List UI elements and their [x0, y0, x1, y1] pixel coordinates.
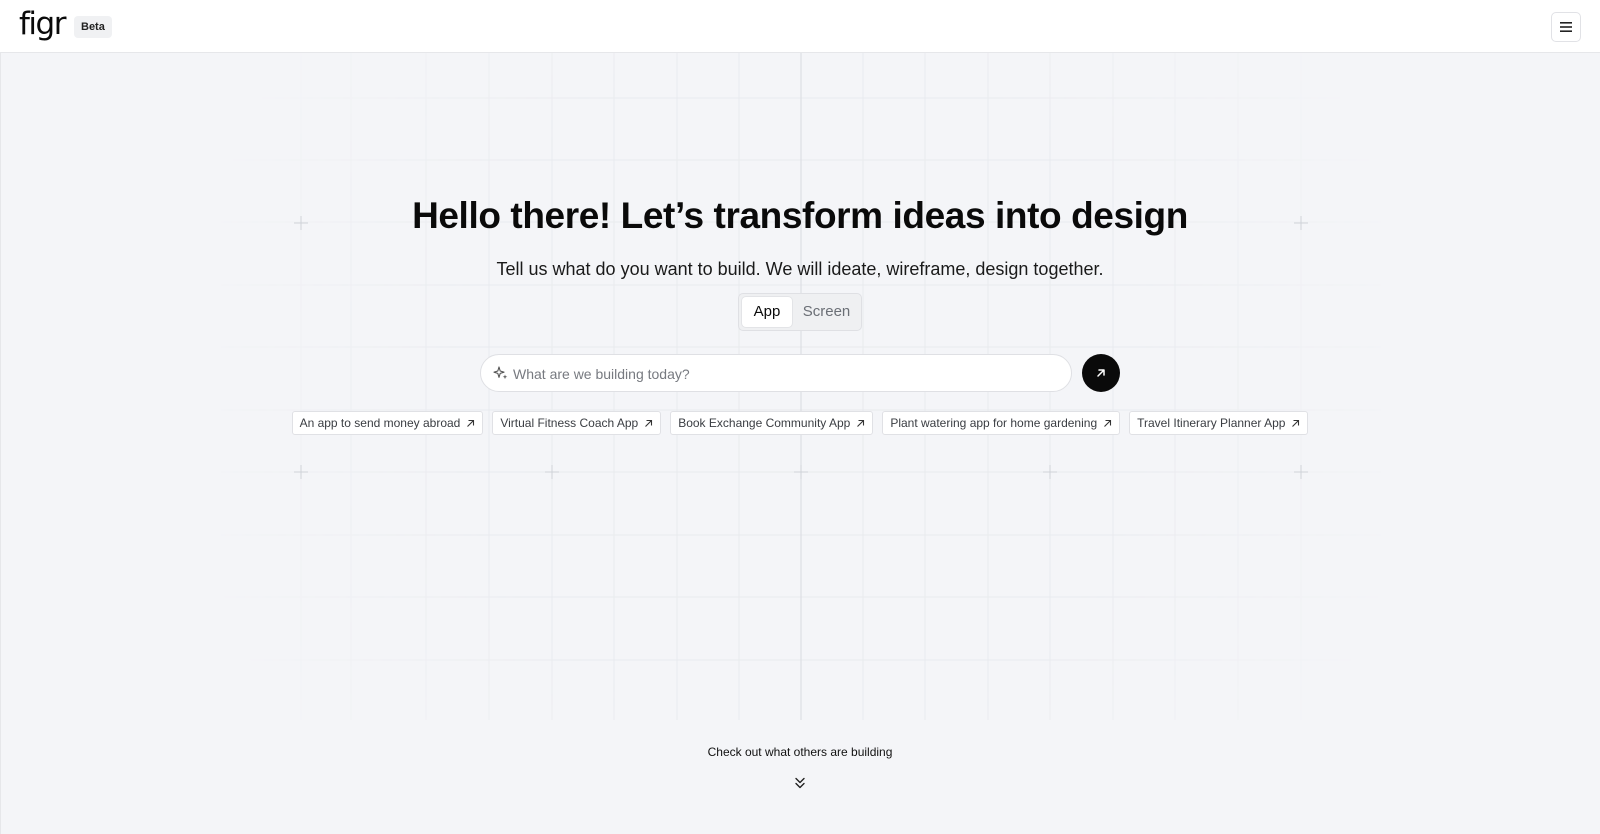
arrow-up-right-icon	[857, 419, 865, 427]
prompt-input[interactable]	[511, 355, 1055, 393]
explore-link[interactable]: Check out what others are building	[0, 745, 1600, 759]
figr-logo[interactable]: figr	[19, 6, 66, 42]
suggestion-chip[interactable]: Travel Itinerary Planner App	[1129, 411, 1309, 435]
background-canvas	[0, 53, 1600, 834]
suggestion-chip[interactable]: Book Exchange Community App	[670, 411, 874, 435]
hero-subtitle: Tell us what do you want to build. We wi…	[496, 259, 1104, 279]
suggestion-label: An app to send money abroad	[299, 416, 461, 430]
chevrons-down-icon[interactable]	[793, 776, 807, 790]
suggestion-label: Book Exchange Community App	[678, 416, 851, 430]
suggestion-chip[interactable]: Plant watering app for home gardening	[882, 411, 1121, 435]
background-grid	[221, 53, 1381, 720]
arrow-up-right-icon	[1104, 419, 1112, 427]
mode-toggle: App Screen	[738, 293, 862, 331]
suggestion-label: Plant watering app for home gardening	[890, 416, 1098, 430]
suggestion-chip[interactable]: Virtual Fitness Coach App	[492, 411, 662, 435]
top-bar: figr Beta	[0, 0, 1600, 53]
menu-button[interactable]	[1551, 12, 1581, 42]
prompt-box	[480, 354, 1072, 393]
suggestion-chip[interactable]: An app to send money abroad	[291, 411, 484, 435]
toggle-app[interactable]: App	[742, 297, 792, 327]
suggestion-label: Travel Itinerary Planner App	[1137, 416, 1286, 430]
arrow-up-right-icon	[645, 419, 653, 427]
sparkle-icon	[493, 366, 508, 380]
suggestion-list: An app to send money abroad Virtual Fitn…	[0, 411, 1600, 435]
beta-badge: Beta	[74, 16, 112, 38]
arrow-up-right-icon	[467, 419, 475, 427]
arrow-up-right-icon	[1292, 419, 1300, 427]
toggle-screen[interactable]: Screen	[794, 297, 859, 327]
hero-title: Hello there! Let’s transform ideas into …	[412, 195, 1188, 236]
suggestion-label: Virtual Fitness Coach App	[500, 416, 639, 430]
submit-button[interactable]	[1082, 354, 1120, 392]
arrow-up-right-icon	[1097, 369, 1105, 377]
menu-icon	[1560, 22, 1572, 32]
